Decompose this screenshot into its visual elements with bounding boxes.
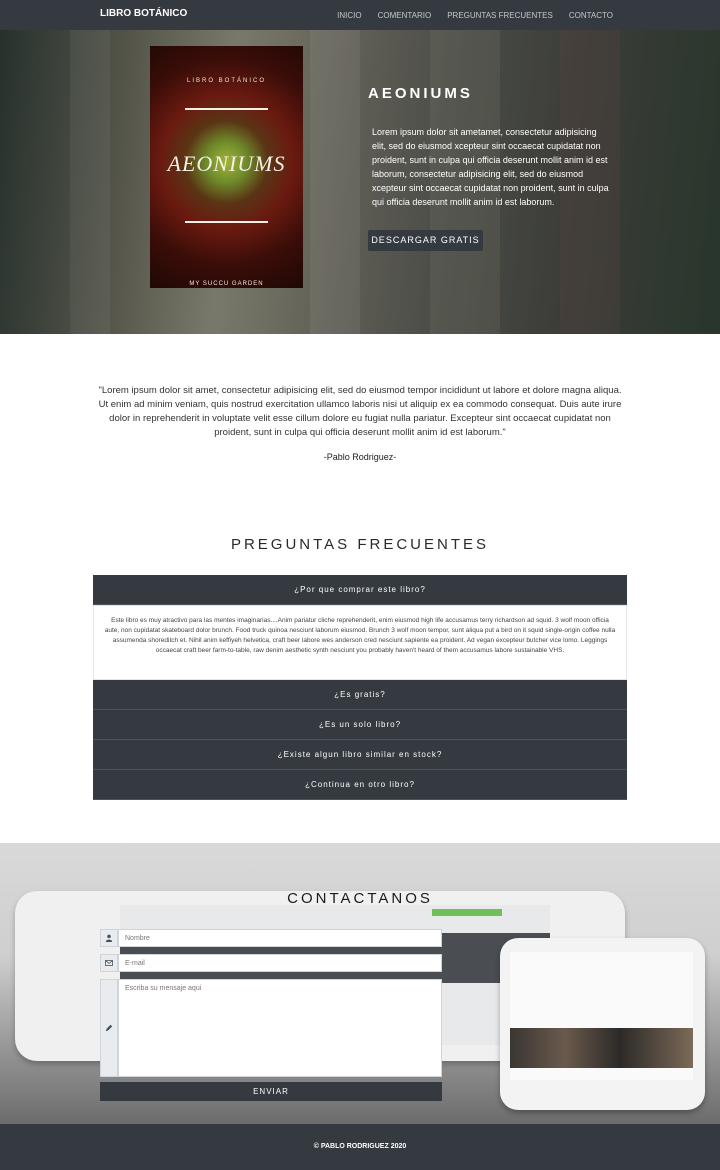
- contact-section: CONTACTANOS Nombre E-mail Escriba su men…: [0, 843, 720, 1124]
- phone-photo-grid: [510, 1028, 693, 1068]
- footer: © PABLO RODRIGUEZ 2020: [0, 1124, 720, 1170]
- navbar: LIBRO BOTÁNICO INICIO COMENTARIO PREGUNT…: [0, 0, 720, 30]
- nav-link-contacto[interactable]: CONTACTO: [569, 11, 613, 20]
- hero-section: LIBRO BOTÁNICO AEONIUMS MY SUCCU GARDEN …: [0, 30, 720, 334]
- faq-question[interactable]: ¿Por que comprar este libro?: [93, 575, 627, 605]
- name-input[interactable]: Nombre: [118, 929, 442, 947]
- contact-title: CONTACTANOS: [287, 890, 433, 907]
- faq-question[interactable]: ¿Es un solo libro?: [93, 710, 627, 740]
- send-button[interactable]: ENVIAR: [100, 1082, 442, 1101]
- cover-divider: [185, 221, 268, 223]
- hero-title: AEONIUMS: [368, 85, 473, 102]
- phone-image: [500, 938, 705, 1110]
- hero-description: Lorem ipsum dolor sit ametamet, consecte…: [372, 127, 609, 207]
- download-button[interactable]: DESCARGAR GRATIS: [368, 230, 483, 251]
- message-textarea[interactable]: Escriba su mensaje aqui: [118, 979, 442, 1077]
- testimonial-author: -Pablo Rodriguez-: [323, 452, 397, 462]
- cover-title: AEONIUMS: [167, 151, 286, 176]
- faq-accordion: ¿Por que comprar este libro? Este libro …: [93, 575, 627, 800]
- brand-logo[interactable]: LIBRO BOTÁNICO: [100, 8, 187, 19]
- envelope-icon: [100, 954, 118, 972]
- tablet-screen-accent: [432, 909, 502, 916]
- pencil-icon: [100, 979, 118, 1077]
- nav-link-preguntas[interactable]: PREGUNTAS FRECUENTES: [447, 11, 553, 20]
- nav-link-inicio[interactable]: INICIO: [337, 11, 361, 20]
- testimonial-quote: "Lorem ipsum dolor sit amet, consectetur…: [98, 385, 622, 438]
- user-icon: [100, 929, 118, 947]
- cover-publisher: LIBRO BOTÁNICO: [186, 78, 266, 84]
- faq-title: PREGUNTAS FRECUENTES: [230, 536, 490, 553]
- hero-overlay: [0, 30, 720, 334]
- faq-question[interactable]: ¿Existe algun libro similar en stock?: [93, 740, 627, 770]
- cover-divider: [185, 108, 268, 110]
- cover-subtitle: MY SUCCU GARDEN: [189, 281, 264, 287]
- email-input[interactable]: E-mail: [118, 954, 442, 972]
- faq-answer: Este libro es muy atractivo para las men…: [93, 605, 627, 680]
- footer-copyright: © PABLO RODRIGUEZ 2020: [313, 1143, 407, 1150]
- faq-question[interactable]: ¿Continua en otro libro?: [93, 770, 627, 800]
- faq-question[interactable]: ¿Es gratis?: [93, 680, 627, 710]
- nav-link-comentario[interactable]: COMENTARIO: [378, 11, 432, 20]
- nav-links: INICIO COMENTARIO PREGUNTAS FRECUENTES C…: [337, 11, 613, 20]
- book-cover: LIBRO BOTÁNICO AEONIUMS MY SUCCU GARDEN: [150, 46, 303, 288]
